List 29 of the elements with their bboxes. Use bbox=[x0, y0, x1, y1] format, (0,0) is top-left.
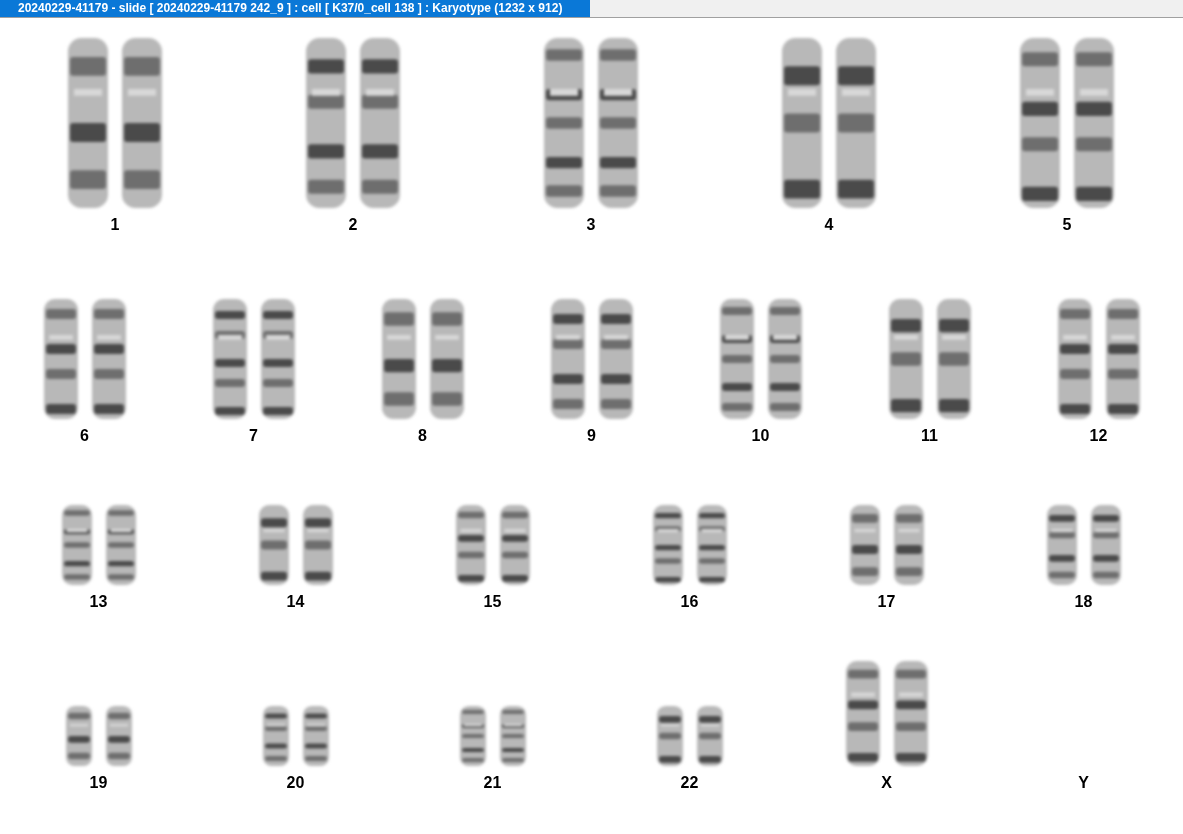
chromosome-label: 18 bbox=[1074, 593, 1093, 611]
chromosome-label: 10 bbox=[751, 427, 770, 445]
chromosome-label: 4 bbox=[824, 216, 834, 234]
chromosome-pair-drawing bbox=[656, 706, 723, 766]
chromosome-label: 11 bbox=[921, 427, 938, 445]
chromosome-label: 12 bbox=[1089, 427, 1108, 445]
chromosome-label: 3 bbox=[586, 216, 596, 234]
chromosome-label: 9 bbox=[587, 427, 596, 445]
chromosome-label: 17 bbox=[877, 593, 896, 611]
chromosome-label: 14 bbox=[286, 593, 305, 611]
chromosome-pair-drawing bbox=[262, 706, 329, 766]
chromosome-label: 20 bbox=[286, 774, 305, 792]
chromosome-label: 8 bbox=[418, 427, 427, 445]
chromosome-label: Y bbox=[1078, 774, 1089, 792]
chromosome-pair-drawing bbox=[65, 706, 132, 766]
chromosome-pair-drawing bbox=[459, 706, 526, 766]
window-title: 20240229-41179 - slide [ 20240229-41179 242_9 ] : cell [ K37/0_cell 138 ] : Karyotype (1232 x 912) bbox=[0, 0, 590, 17]
chromosome-label: X bbox=[881, 774, 892, 792]
chromosome-label: 5 bbox=[1062, 216, 1072, 234]
chromosome-label: 15 bbox=[483, 593, 502, 611]
chromosome-label: 7 bbox=[249, 427, 258, 445]
chromosome-label: 19 bbox=[89, 774, 108, 792]
chromosome-label: 2 bbox=[348, 216, 358, 234]
chromosome-label: 16 bbox=[680, 593, 699, 611]
chromosome-label: 13 bbox=[89, 593, 108, 611]
chromosome-label: 1 bbox=[110, 216, 120, 234]
chromosome-label: 22 bbox=[680, 774, 699, 792]
chromosome-label: 21 bbox=[483, 774, 502, 792]
chromosome-label: 6 bbox=[80, 427, 89, 445]
